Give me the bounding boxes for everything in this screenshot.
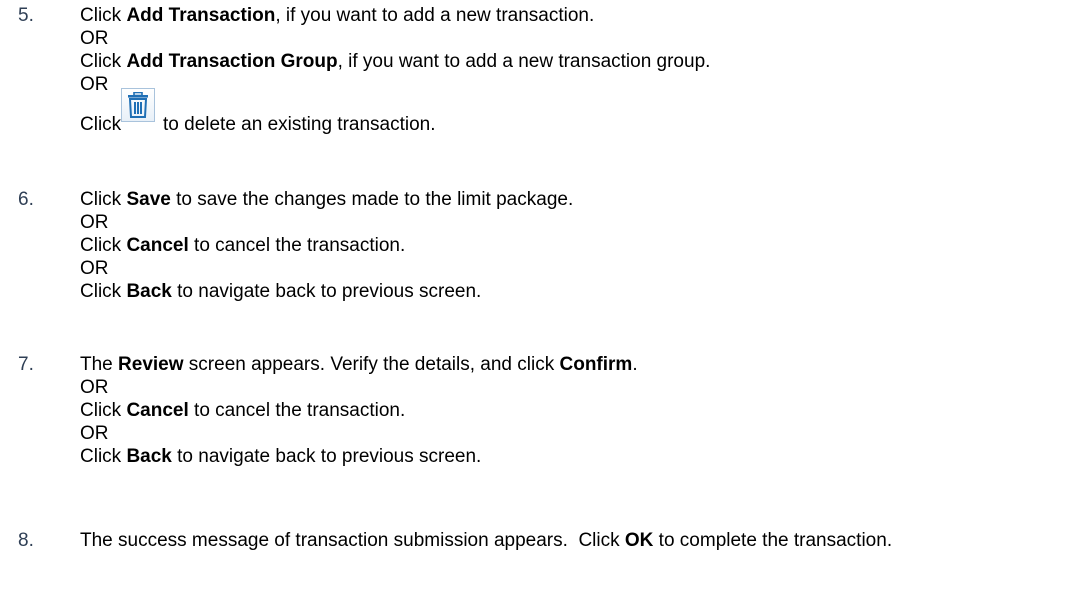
step-number: 8. [18,530,34,551]
text-span: to cancel the transaction. [188,400,406,421]
step-number: 6. [18,189,34,210]
text-span: Click [80,235,127,256]
instruction-line: Click Cancel to cancel the transaction. [80,234,1070,257]
instruction-line: Click Add Transaction Group, if you want… [80,50,1070,73]
bold-term: Save [126,189,171,210]
text-span: to complete the transaction. [653,530,893,551]
step-number: 5. [18,5,34,26]
text-span: Click [80,400,127,421]
text-span: The success message of transaction submi… [80,530,625,551]
bold-term: Cancel [126,235,189,256]
text-span: , if you want to add a new transaction g… [337,51,711,72]
instruction-line: Click Cancel to cancel the transaction. [80,399,1070,422]
bold-term: Back [126,281,172,302]
step-number: 7. [18,354,34,375]
instruction-line: Click Back to navigate back to previous … [80,280,1070,303]
bold-term: Review [118,354,184,375]
step-body: The success message of transaction submi… [80,529,1070,552]
bold-term: Back [126,446,172,467]
or-line: OR [80,423,109,444]
text-span: . [632,354,638,375]
bold-term: Confirm [559,354,633,375]
instruction-line: Click Add Transaction, if you want to ad… [80,4,1070,27]
instruction-line: The Review screen appears. Verify the de… [80,353,1070,376]
bold-term: Add Transaction [126,5,276,26]
step-body: Click Add Transaction, if you want to ad… [80,4,1070,137]
text-span: Click [80,114,122,135]
trash-icon [121,88,155,122]
text-span: to save the changes made to the limit pa… [170,189,574,210]
or-line: OR [80,377,109,398]
or-line: OR [80,28,109,49]
bold-term: Cancel [126,400,189,421]
text-span: The [80,354,119,375]
text-span: , if you want to add a new transaction. [275,5,595,26]
text-span: Click [80,51,127,72]
text-span: to navigate back to previous screen. [171,446,482,467]
instruction-line: Click Save to save the changes made to t… [80,188,1070,211]
or-line: OR [80,74,109,95]
text-span: Click [80,446,127,467]
text-span: to navigate back to previous screen. [171,281,482,302]
instruction-line: Click Back to navigate back to previous … [80,445,1070,468]
text-span: to cancel the transaction. [188,235,406,256]
text-span: Click [80,281,127,302]
or-line: OR [80,258,109,279]
instruction-line-with-icon: Click to delete an existing transaction. [80,88,1070,137]
trash-icon-glyph [128,92,148,118]
step-body: Click Save to save the changes made to t… [80,188,1070,303]
instruction-line: The success message of transaction submi… [80,529,1070,552]
text-span: to delete an existing transaction. [163,114,436,135]
step-body: The Review screen appears. Verify the de… [80,353,1070,468]
bold-term: Add Transaction Group [126,51,338,72]
text-span: Click [80,5,127,26]
text-span: Click [80,189,127,210]
or-line: OR [80,212,109,233]
text-span: screen appears. Verify the details, and … [183,354,560,375]
bold-term: OK [624,530,654,551]
